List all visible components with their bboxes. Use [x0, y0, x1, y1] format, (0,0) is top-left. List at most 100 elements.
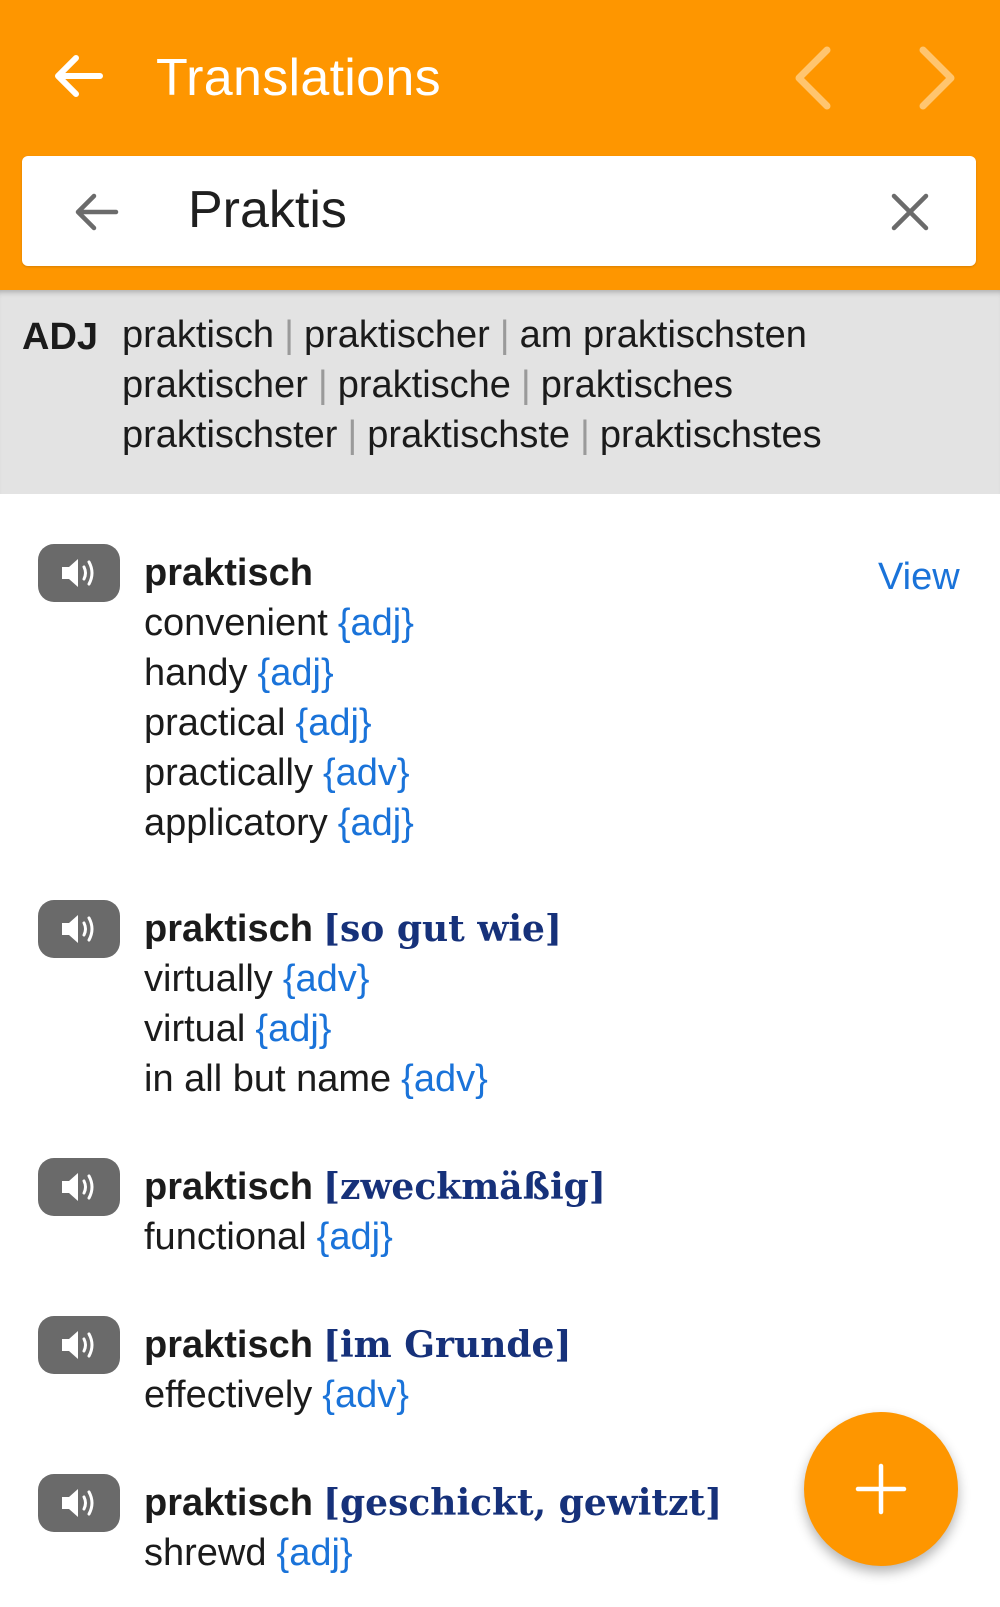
add-button[interactable]: [804, 1412, 958, 1566]
grammar-tag: {adj}: [276, 1532, 353, 1574]
search-back-button[interactable]: [64, 180, 128, 244]
context-label: [im Grunde]: [322, 1324, 572, 1366]
grammar-tag: {adv}: [282, 958, 370, 1000]
entry-body: praktisch [zweckmäßig] functional {adj}: [144, 1158, 864, 1258]
speaker-icon: [62, 1489, 94, 1517]
headword: praktisch: [144, 552, 313, 594]
previous-button[interactable]: [778, 40, 848, 116]
entry-heading: praktisch [so gut wie]: [144, 900, 864, 950]
translation-row[interactable]: practically {adv}: [144, 744, 864, 794]
translation-row[interactable]: virtual {adj}: [144, 1000, 864, 1050]
play-audio-button[interactable]: [38, 1316, 120, 1374]
headword: praktisch: [144, 1166, 313, 1208]
entry-body: praktisch [so gut wie] virtually {adv} vir…: [144, 900, 864, 1100]
entry-heading: praktisch: [144, 544, 864, 594]
inflection-form: praktisch: [122, 314, 275, 356]
inflection-forms: praktisch | praktischer | am praktischsten p…: [122, 310, 982, 460]
search-input[interactable]: [188, 170, 848, 250]
separator: |: [499, 314, 510, 356]
inflection-line: praktisch | praktischer | am praktischsten: [122, 310, 982, 360]
translation-row[interactable]: applicatory {adj}: [144, 794, 864, 844]
translation-word: shrewd: [144, 1532, 267, 1574]
arrow-left-icon: [75, 193, 119, 231]
translation-word: virtual: [144, 1008, 246, 1050]
close-icon: [891, 193, 929, 231]
part-of-speech: ADJ: [22, 316, 99, 358]
inflection-form: praktische: [337, 364, 511, 406]
translation-word: convenient: [144, 602, 328, 644]
separator: |: [580, 414, 590, 456]
translation-row[interactable]: practical {adj}: [144, 694, 864, 744]
speaker-icon: [62, 559, 94, 587]
grammar-tag: {adj}: [255, 1008, 332, 1050]
context-label: [so gut wie]: [322, 908, 562, 950]
play-audio-button[interactable]: [38, 900, 120, 958]
inflection-form: praktisches: [540, 364, 733, 406]
translation-word: applicatory: [144, 802, 328, 844]
play-audio-button[interactable]: [38, 1158, 120, 1216]
back-button[interactable]: [48, 46, 108, 106]
grammar-tag: {adj}: [337, 602, 414, 644]
translation-row[interactable]: effectively {adv}: [144, 1366, 864, 1416]
translation-word: functional: [144, 1216, 307, 1258]
grammar-tag: {adv}: [401, 1058, 488, 1100]
grammar-tag: {adv}: [322, 752, 410, 794]
separator: |: [347, 414, 358, 456]
inflection-form: praktischste: [367, 414, 571, 456]
speaker-icon: [62, 915, 94, 943]
translation-word: effectively: [144, 1374, 313, 1416]
play-audio-button[interactable]: [38, 1474, 120, 1532]
grammar-tag: {adj}: [316, 1216, 393, 1258]
separator: |: [520, 364, 531, 406]
grammar-tag: {adj}: [295, 702, 372, 744]
chevron-right-icon: [919, 46, 955, 110]
context-label: [zweckmäßig]: [322, 1166, 606, 1208]
plus-icon: [855, 1463, 907, 1515]
translation-row[interactable]: virtually {adv}: [144, 950, 864, 1000]
inflection-form: praktischer: [303, 314, 490, 356]
page-title: Translations: [156, 49, 441, 107]
inflection-panel: ADJ praktisch | praktischer | am praktischst…: [0, 290, 1000, 494]
inflection-line: praktischer | praktische | praktisches: [122, 360, 982, 410]
speaker-icon: [62, 1173, 94, 1201]
arrow-left-icon: [55, 55, 103, 97]
headword: praktisch: [144, 1482, 313, 1524]
next-button[interactable]: [902, 40, 972, 116]
translation-row[interactable]: convenient {adj}: [144, 594, 864, 644]
translation-word: in all but name: [144, 1058, 392, 1100]
clear-button[interactable]: [878, 180, 942, 244]
entry-body: praktisch convenient {adj} handy {adj} pra…: [144, 544, 864, 844]
translation-row[interactable]: functional {adj}: [144, 1208, 864, 1258]
speaker-icon: [62, 1331, 94, 1359]
inflection-form: praktischstes: [599, 414, 822, 456]
play-audio-button[interactable]: [38, 544, 120, 602]
headword: praktisch: [144, 908, 313, 950]
translation-word: practical: [144, 702, 286, 744]
translation-word: practically: [144, 752, 313, 794]
inflection-line: praktischster | praktischste | praktischstes: [122, 410, 982, 460]
context-label: [geschickt, gewitzt]: [322, 1482, 723, 1524]
app-bar: Translations: [0, 0, 1000, 290]
translation-word: handy: [144, 652, 248, 694]
translation-row[interactable]: in all but name {adv}: [144, 1050, 864, 1100]
separator: |: [284, 314, 294, 356]
translation-word: virtually: [144, 958, 273, 1000]
separator: |: [317, 364, 328, 406]
entry-heading: praktisch [im Grunde]: [144, 1316, 864, 1366]
inflection-form: praktischer: [122, 364, 308, 406]
view-link[interactable]: View: [878, 552, 960, 602]
search-box: [22, 156, 976, 266]
entry-heading: praktisch [zweckmäßig]: [144, 1158, 864, 1208]
grammar-tag: {adj}: [337, 802, 414, 844]
inflection-form: praktischster: [122, 414, 338, 456]
grammar-tag: {adv}: [322, 1374, 409, 1416]
headword: praktisch: [144, 1324, 313, 1366]
entry-heading: praktisch [geschickt, gewitzt]: [144, 1474, 864, 1524]
entry-body: praktisch [im Grunde] effectively {adv}: [144, 1316, 864, 1416]
translation-row[interactable]: shrewd {adj}: [144, 1524, 864, 1574]
chevron-left-icon: [795, 46, 831, 110]
inflection-form: am praktischsten: [519, 314, 807, 356]
grammar-tag: {adj}: [257, 652, 334, 694]
translation-row[interactable]: handy {adj}: [144, 644, 864, 694]
entry-body: praktisch [geschickt, gewitzt] shrewd {adj…: [144, 1474, 864, 1574]
